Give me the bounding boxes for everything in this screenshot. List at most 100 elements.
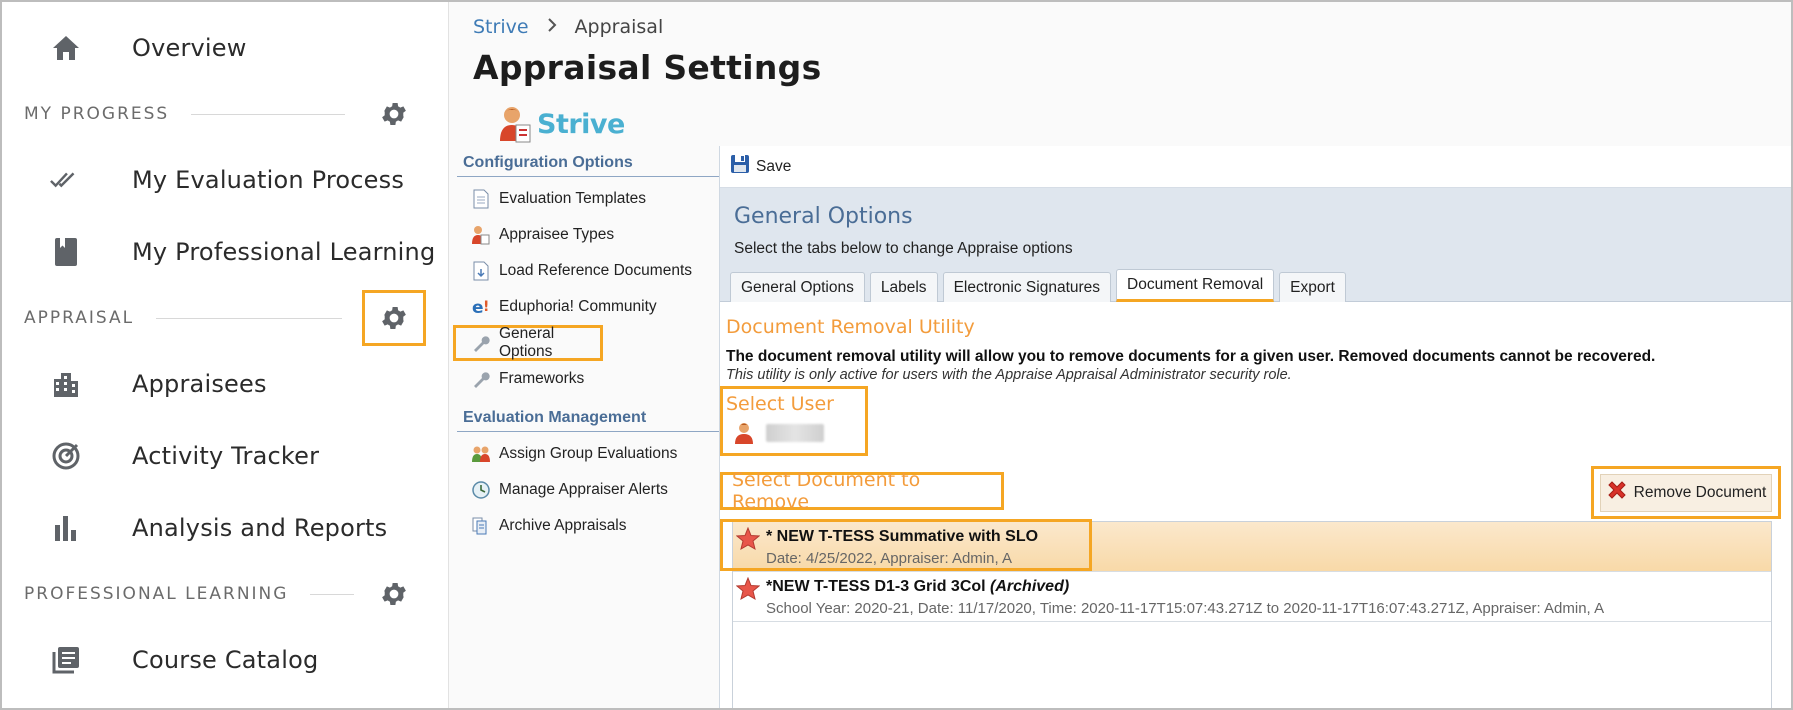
my-progress-settings-button[interactable]	[372, 92, 416, 136]
nav-item-my-evaluation-process[interactable]: My Evaluation Process	[2, 152, 448, 208]
star-icon	[735, 576, 761, 606]
general-options-title: General Options	[734, 204, 913, 229]
save-button-label: Save	[756, 157, 792, 175]
person-document-icon	[500, 107, 531, 143]
nav-item-overview[interactable]: Overview	[2, 20, 448, 76]
tab-document-removal[interactable]: Document Removal	[1116, 269, 1275, 302]
floppy-disk-icon	[730, 154, 750, 179]
nav-item-label: Analysis and Reports	[132, 514, 388, 542]
strive-logo: Strive	[499, 104, 625, 144]
evaluation-management-heading: Evaluation Management	[457, 405, 719, 432]
document-icon	[471, 189, 491, 209]
wrench-icon	[471, 333, 491, 353]
document-title: * NEW T-TESS Summative with SLO	[766, 528, 1039, 545]
list-item[interactable]: * NEW T-TESS Summative with SLO Date: 4/…	[733, 522, 1771, 572]
red-x-icon	[1606, 479, 1628, 506]
config-item-label: Appraisee Types	[499, 226, 615, 243]
building-icon	[50, 368, 82, 400]
config-item-label: Frameworks	[499, 370, 585, 387]
remove-document-button[interactable]: Remove Document	[1600, 473, 1772, 512]
section-label: PROFESSIONAL LEARNING	[24, 584, 289, 604]
chevron-right-icon	[547, 17, 557, 38]
configuration-options-heading: Configuration Options	[457, 150, 719, 177]
redacted-user-name	[766, 424, 824, 442]
breadcrumb: Strive Appraisal	[473, 16, 663, 38]
section-professional-learning: PROFESSIONAL LEARNING	[24, 574, 424, 614]
professional-learning-settings-button[interactable]	[372, 572, 416, 616]
gear-icon	[382, 103, 406, 125]
config-item-manage-appraiser-alerts[interactable]: Manage Appraiser Alerts	[457, 472, 719, 508]
document-meta: School Year: 2020-21, Date: 11/17/2020, …	[766, 600, 1605, 617]
config-item-general-options[interactable]: General Options	[453, 325, 603, 361]
config-item-assign-group-evaluations[interactable]: Assign Group Evaluations	[457, 436, 719, 472]
main-content: Strive Appraisal Appraisal Settings Stri…	[449, 2, 1791, 708]
selected-user[interactable]	[734, 422, 865, 444]
person-document-icon	[471, 225, 491, 245]
document-download-icon	[471, 261, 491, 281]
tab-electronic-signatures[interactable]: Electronic Signatures	[942, 272, 1112, 302]
left-navigation: Overview MY PROGRESS My Evaluation Proce…	[2, 2, 448, 708]
wrench-icon	[471, 369, 491, 389]
clock-alert-icon	[471, 480, 491, 500]
tab-export[interactable]: Export	[1279, 272, 1346, 302]
svg-text:e: e	[472, 298, 484, 317]
document-removal-title: Document Removal Utility	[726, 316, 975, 338]
eduphoria-logo-icon: e!	[471, 297, 491, 317]
star-icon	[735, 526, 761, 556]
nav-item-label: My Evaluation Process	[132, 166, 405, 194]
archive-icon	[471, 516, 491, 536]
config-item-eduphoria-community[interactable]: e! Eduphoria! Community	[457, 289, 719, 325]
document-removal-note: This utility is only active for users wi…	[726, 367, 1292, 383]
svg-text:!: !	[483, 299, 489, 315]
tab-general-options[interactable]: General Options	[730, 272, 865, 302]
remove-document-label: Remove Document	[1633, 483, 1767, 501]
config-item-load-reference-documents[interactable]: Load Reference Documents	[457, 253, 719, 289]
options-panel: Save General Options Select the tabs bel…	[719, 146, 1791, 708]
logo-wordmark: Strive	[537, 108, 625, 140]
list-item[interactable]: *NEW T-TESS D1-3 Grid 3Col (Archived) Sc…	[733, 572, 1771, 622]
config-item-appraisee-types[interactable]: Appraisee Types	[457, 217, 719, 253]
select-document-label: Select Document to Remove	[720, 469, 1004, 513]
gear-icon	[382, 307, 406, 329]
nav-item-label: Overview	[132, 34, 247, 62]
config-item-label: Assign Group Evaluations	[499, 445, 678, 462]
config-item-evaluation-templates[interactable]: Evaluation Templates	[457, 181, 719, 217]
config-item-label: Eduphoria! Community	[499, 298, 657, 315]
config-item-label: Load Reference Documents	[499, 262, 693, 279]
config-item-label: Manage Appraiser Alerts	[499, 481, 668, 498]
nav-item-activity-tracker[interactable]: Activity Tracker	[2, 428, 448, 484]
config-item-archive-appraisals[interactable]: Archive Appraisals	[457, 508, 719, 544]
section-divider	[310, 593, 355, 595]
section-label: MY PROGRESS	[24, 104, 170, 124]
person-icon	[735, 423, 753, 444]
appraisal-settings-button[interactable]	[362, 290, 426, 346]
toolbar: Save	[720, 146, 1791, 188]
nav-item-label: Appraisees	[132, 370, 267, 398]
nav-item-appraisees[interactable]: Appraisees	[2, 356, 448, 412]
tab-labels[interactable]: Labels	[869, 272, 938, 302]
config-item-label: Archive Appraisals	[499, 517, 627, 534]
breadcrumb-current: Appraisal	[574, 16, 664, 38]
nav-item-label: Activity Tracker	[132, 442, 320, 470]
nav-item-analysis-and-reports[interactable]: Analysis and Reports	[2, 500, 448, 556]
config-item-label: General Options	[499, 325, 555, 360]
document-list: * NEW T-TESS Summative with SLO Date: 4/…	[732, 521, 1772, 708]
remove-document-highlight: Remove Document	[1591, 466, 1781, 519]
section-divider	[156, 317, 343, 319]
section-my-progress: MY PROGRESS	[24, 94, 424, 134]
group-icon	[471, 444, 491, 464]
section-label: APPRAISAL	[24, 308, 135, 328]
target-icon	[50, 440, 82, 472]
nav-item-label: Course Catalog	[132, 646, 319, 674]
general-options-header: General Options Select the tabs below to…	[720, 188, 1791, 302]
general-options-subtitle: Select the tabs below to change Appraise…	[734, 240, 1073, 257]
home-icon	[50, 32, 82, 64]
select-user-section: Select User	[720, 386, 868, 456]
nav-item-my-professional-learning[interactable]: My Professional Learning	[2, 224, 448, 280]
document-title: *NEW T-TESS D1-3 Grid 3Col (Archived)	[766, 578, 1070, 595]
config-item-frameworks[interactable]: Frameworks	[457, 361, 719, 397]
breadcrumb-link-strive[interactable]: Strive	[473, 16, 529, 38]
nav-item-label: My Professional Learning	[132, 238, 436, 266]
nav-item-course-catalog[interactable]: Course Catalog	[2, 632, 448, 688]
save-button[interactable]: Save	[730, 154, 791, 179]
